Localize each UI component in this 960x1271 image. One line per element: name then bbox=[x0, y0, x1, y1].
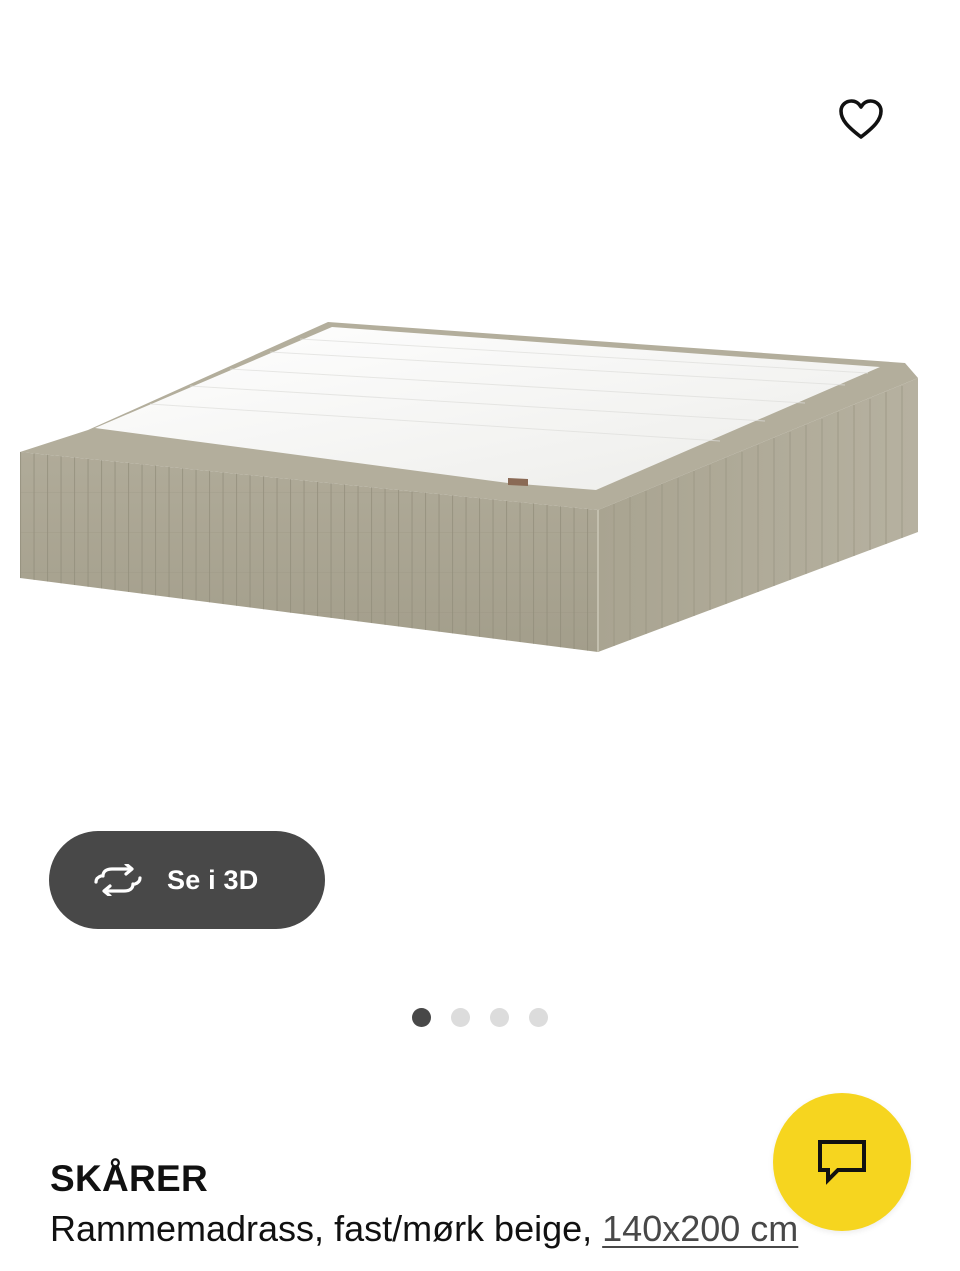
view-in-3d-label: Se i 3D bbox=[167, 864, 259, 895]
product-description: Rammemadrass, fast/mørk beige, 140x200 c… bbox=[50, 1208, 798, 1250]
pagination-dot-4[interactable] bbox=[529, 1008, 548, 1027]
view-in-3d-button[interactable]: Se i 3D bbox=[49, 831, 325, 929]
chat-button[interactable] bbox=[773, 1093, 911, 1231]
chat-bubble-icon bbox=[818, 1140, 866, 1185]
image-pagination bbox=[0, 1008, 960, 1028]
size-link[interactable]: 140x200 cm bbox=[602, 1208, 798, 1249]
pagination-dot-2[interactable] bbox=[451, 1008, 470, 1027]
product-description-text: Rammemadrass, fast/mørk beige, bbox=[50, 1208, 603, 1249]
pagination-dot-1[interactable] bbox=[412, 1008, 431, 1027]
rotate-3d-icon bbox=[93, 864, 143, 896]
product-gallery[interactable]: Se i 3D bbox=[0, 0, 960, 990]
favorite-button[interactable] bbox=[826, 84, 896, 154]
product-name: SKÅRER bbox=[50, 1158, 209, 1199]
heart-outline-icon bbox=[839, 99, 883, 139]
pagination-dot-3[interactable] bbox=[490, 1008, 509, 1027]
